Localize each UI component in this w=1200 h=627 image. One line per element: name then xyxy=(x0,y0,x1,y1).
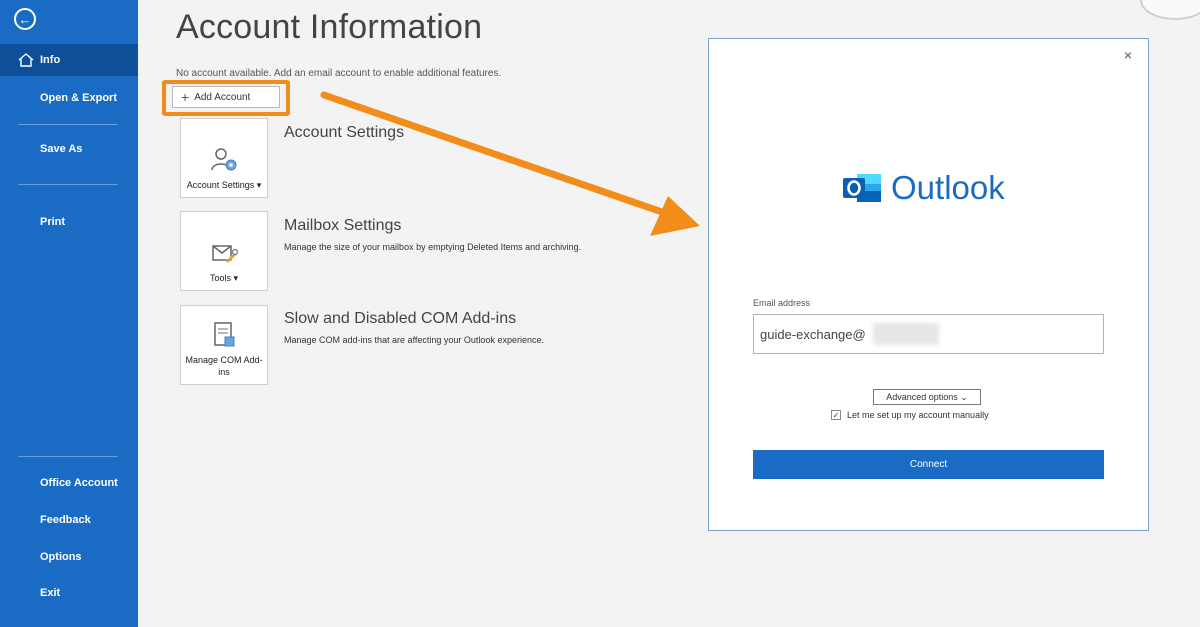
tools-icon xyxy=(212,245,239,264)
sidebar-item-label: Save As xyxy=(40,143,83,155)
add-account-label: Add Account xyxy=(194,91,251,103)
no-account-message: No account available. Add an email accou… xyxy=(176,68,502,79)
account-settings-tile[interactable]: Account Settings ▾ xyxy=(180,118,268,198)
manual-setup-option[interactable]: ✓ Let me set up my account manually xyxy=(831,410,989,420)
mailbox-settings-desc: Manage the size of your mailbox by empty… xyxy=(284,242,582,252)
connect-button[interactable]: Connect xyxy=(753,450,1104,479)
sidebar-item-save-as[interactable]: Save As xyxy=(0,133,138,165)
sidebar-item-feedback[interactable]: Feedback xyxy=(0,504,138,536)
sidebar-divider xyxy=(18,456,118,457)
outlook-logo: Outlook xyxy=(841,169,1005,207)
addin-document-icon xyxy=(214,322,235,347)
sidebar-divider xyxy=(18,124,118,125)
corner-decoration xyxy=(1140,0,1200,20)
sidebar-item-label: Office Account xyxy=(40,477,118,489)
backstage-sidebar: ← Info Open & Export Save As Print Offic… xyxy=(0,0,138,627)
home-icon xyxy=(18,53,34,67)
sidebar-item-label: Feedback xyxy=(40,514,91,526)
manual-setup-checkbox[interactable]: ✓ xyxy=(831,410,841,420)
sidebar-item-label: Info xyxy=(40,54,61,66)
manage-com-addins-tile[interactable]: Manage COM Add-ins xyxy=(180,305,268,385)
outlook-add-account-dialog: × Outlook Email address Advanced options… xyxy=(708,38,1149,531)
mailbox-settings-title: Mailbox Settings xyxy=(284,217,402,234)
user-gear-icon xyxy=(211,148,237,171)
tools-tile[interactable]: Tools ▾ xyxy=(180,211,268,291)
sidebar-item-info[interactable]: Info xyxy=(0,44,138,76)
sidebar-divider xyxy=(18,184,118,185)
manual-setup-label: Let me set up my account manually xyxy=(847,410,989,420)
tile-label: Tools ▾ xyxy=(209,273,239,283)
account-settings-title: Account Settings xyxy=(284,124,405,141)
sidebar-item-open-export[interactable]: Open & Export xyxy=(0,82,138,114)
sidebar-item-label: Exit xyxy=(40,587,61,599)
sidebar-item-print[interactable]: Print xyxy=(0,206,138,238)
plus-icon: + xyxy=(181,89,190,105)
sidebar-item-office-account[interactable]: Office Account xyxy=(0,467,138,499)
advanced-options-button[interactable]: Advanced options ⌄ xyxy=(873,389,981,405)
com-addins-title: Slow and Disabled COM Add-ins xyxy=(284,310,517,327)
redacted-email-domain xyxy=(873,323,939,345)
sidebar-item-exit[interactable]: Exit xyxy=(0,577,138,609)
outlook-logo-icon xyxy=(843,174,881,202)
outlook-brand-text: Outlook xyxy=(891,169,1005,206)
tile-label: Account Settings ▾ xyxy=(186,180,262,190)
add-account-button[interactable]: + Add Account xyxy=(172,86,280,108)
email-label: Email address xyxy=(753,298,811,308)
sidebar-item-options[interactable]: Options xyxy=(0,541,138,573)
sidebar-item-label: Open & Export xyxy=(40,92,118,104)
com-addins-desc: Manage COM add-ins that are affecting yo… xyxy=(284,335,544,345)
page-title: Account Information xyxy=(176,8,483,46)
sidebar-item-label: Options xyxy=(40,551,82,563)
close-icon[interactable]: × xyxy=(1124,47,1132,63)
sidebar-item-label: Print xyxy=(40,216,66,228)
back-arrow-icon[interactable]: ← xyxy=(14,8,36,30)
tile-label: Manage COM Add-ins xyxy=(185,355,263,377)
